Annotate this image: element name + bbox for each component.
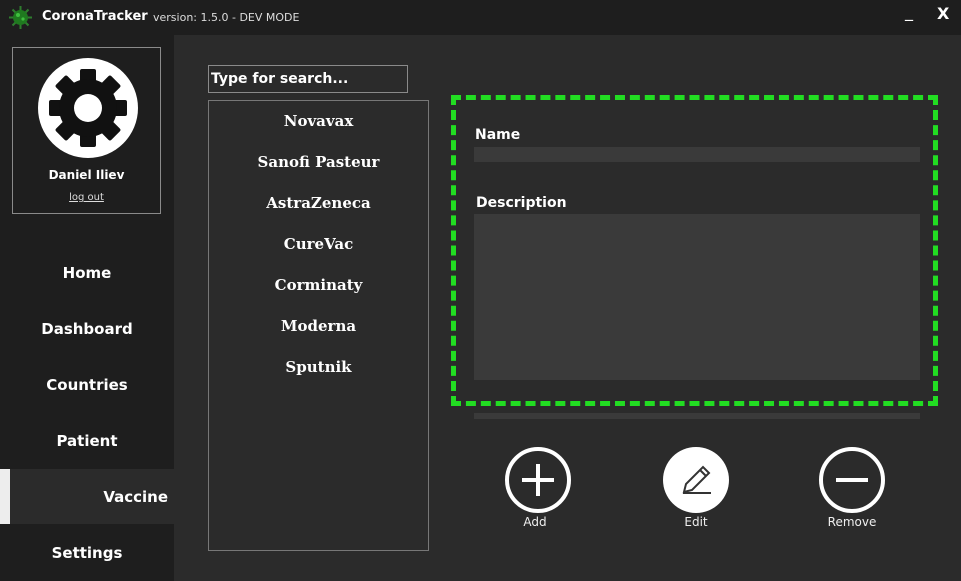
nav-patient[interactable]: Patient: [0, 413, 174, 468]
name-field[interactable]: [474, 147, 920, 162]
list-item[interactable]: Sputnik: [209, 358, 428, 376]
vaccine-list[interactable]: Novavax Sanofi Pasteur AstraZeneca CureV…: [208, 100, 429, 551]
minimize-button[interactable]: _: [905, 2, 913, 21]
divider: [474, 413, 920, 419]
logout-link[interactable]: log out: [13, 192, 160, 203]
search-input[interactable]: [208, 65, 408, 93]
name-label: Name: [475, 127, 521, 143]
user-name: Daniel Iliev: [48, 168, 125, 182]
list-item[interactable]: CureVac: [209, 235, 428, 253]
add-label: Add: [523, 515, 547, 529]
description-label: Description: [476, 195, 567, 211]
nav-dashboard[interactable]: Dashboard: [0, 301, 174, 356]
list-item[interactable]: Novavax: [209, 112, 428, 130]
add-button[interactable]: [503, 445, 573, 515]
virus-icon: [9, 6, 32, 29]
version-label: version: 1.5.0 - DEV MODE: [153, 11, 300, 24]
nav-settings[interactable]: Settings: [0, 525, 174, 580]
remove-label: Remove: [827, 515, 877, 529]
close-button[interactable]: X: [937, 4, 949, 23]
list-item[interactable]: Moderna: [209, 317, 428, 335]
nav-countries[interactable]: Countries: [0, 357, 174, 412]
title-bar: CoronaTracker version: 1.5.0 - DEV MODE …: [0, 0, 961, 35]
list-item[interactable]: Sanofi Pasteur: [209, 153, 428, 171]
user-card: Daniel Iliev log out: [12, 47, 161, 214]
sidebar: Daniel Iliev log out Home Dashboard Coun…: [0, 35, 174, 581]
remove-button[interactable]: [817, 445, 887, 515]
edit-label: Edit: [684, 515, 708, 529]
nav-vaccine[interactable]: Vaccine: [0, 469, 174, 524]
description-field[interactable]: [474, 214, 920, 380]
list-item[interactable]: AstraZeneca: [209, 194, 428, 212]
list-item[interactable]: Corminaty: [209, 276, 428, 294]
gear-icon: [38, 58, 138, 158]
edit-button[interactable]: [661, 445, 731, 515]
nav-home[interactable]: Home: [0, 245, 174, 300]
app-title: CoronaTracker: [42, 9, 148, 24]
